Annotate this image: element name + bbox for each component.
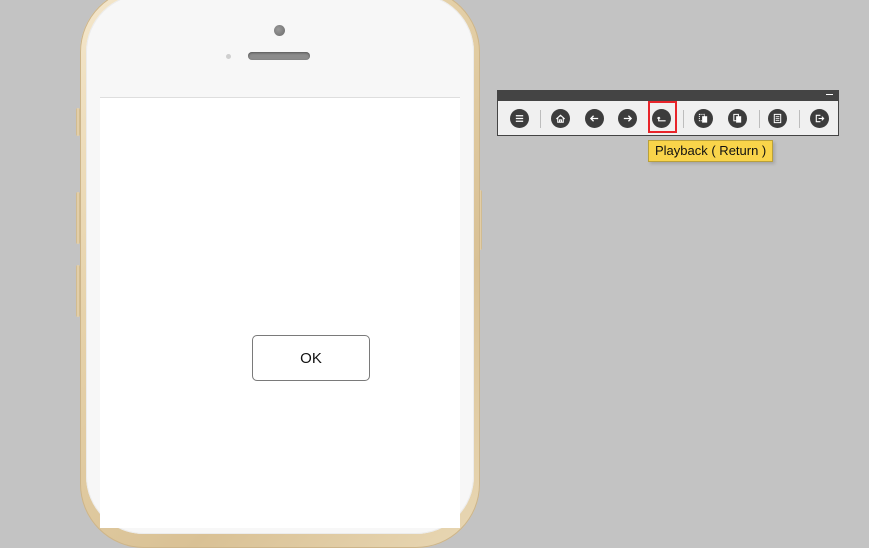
document-icon bbox=[773, 113, 782, 124]
copy-button[interactable] bbox=[694, 109, 713, 128]
menu-button[interactable] bbox=[510, 109, 529, 128]
ok-button[interactable]: OK bbox=[252, 335, 370, 381]
exit-icon bbox=[815, 114, 825, 123]
toolbar-separator bbox=[683, 110, 684, 128]
phone-screen: OK bbox=[100, 97, 460, 528]
minimize-button[interactable] bbox=[825, 90, 834, 100]
document-button[interactable] bbox=[768, 109, 787, 128]
home-button[interactable] bbox=[551, 109, 570, 128]
home-icon bbox=[556, 114, 565, 123]
earpiece-speaker bbox=[248, 52, 310, 60]
arrow-left-icon bbox=[589, 115, 599, 122]
back-button[interactable] bbox=[585, 109, 604, 128]
toolbar-titlebar[interactable] bbox=[498, 91, 838, 101]
paste-icon bbox=[733, 113, 742, 123]
arrow-right-icon bbox=[623, 115, 633, 122]
toolbar-separator bbox=[799, 110, 800, 128]
toolbar-separator bbox=[759, 110, 760, 128]
paste-button[interactable] bbox=[728, 109, 747, 128]
forward-button[interactable] bbox=[618, 109, 637, 128]
menu-icon bbox=[515, 115, 524, 122]
proximity-sensor bbox=[226, 54, 231, 59]
exit-button[interactable] bbox=[810, 109, 829, 128]
copy-icon bbox=[698, 113, 708, 123]
front-camera-icon bbox=[274, 25, 285, 36]
active-button-highlight bbox=[648, 101, 677, 133]
playback-tooltip: Playback ( Return ) bbox=[648, 140, 774, 162]
toolbar-separator bbox=[540, 110, 541, 128]
